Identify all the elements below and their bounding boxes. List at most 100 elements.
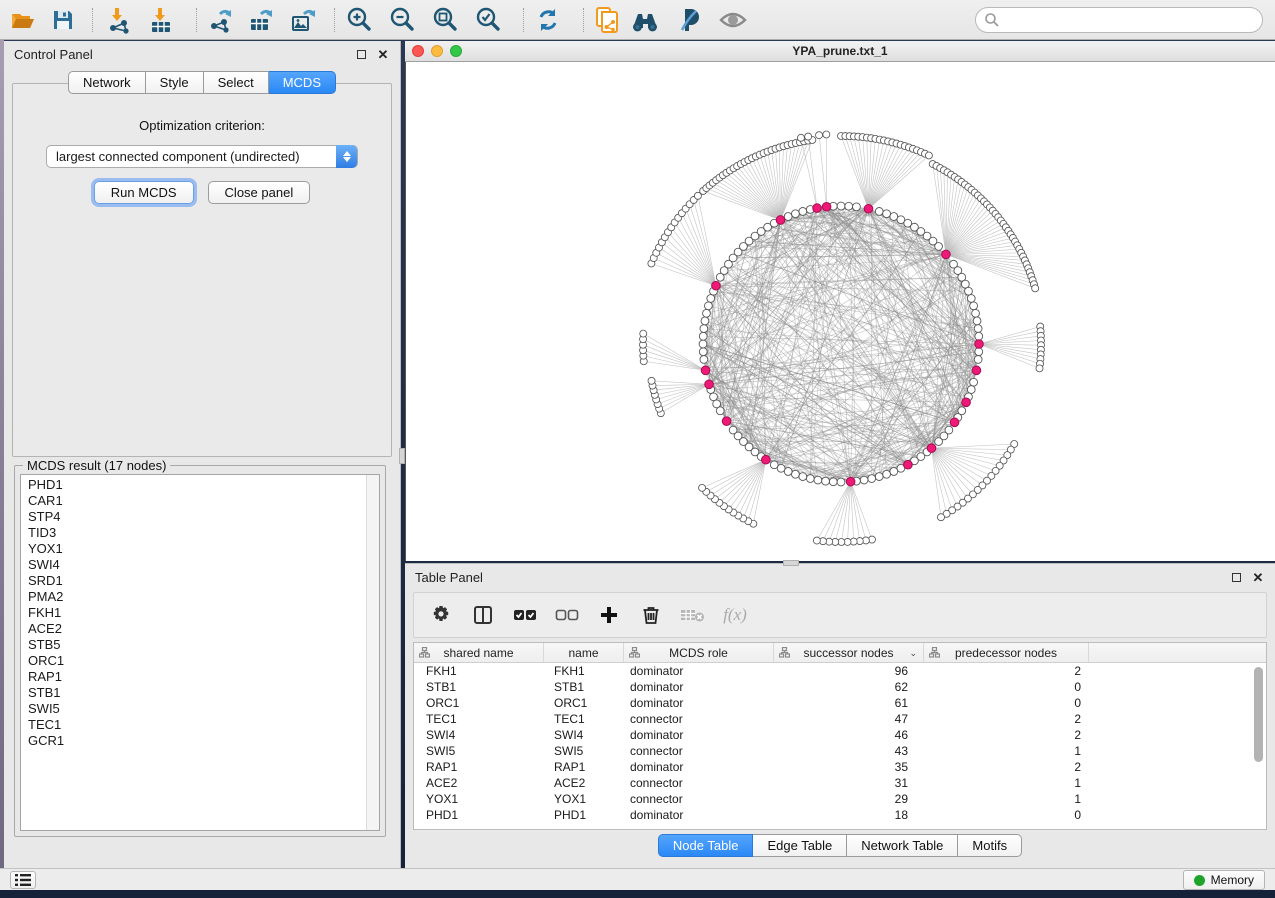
table-scrollbar-thumb[interactable] bbox=[1254, 667, 1263, 762]
node-table: shared namenameMCDS rolesuccessor nodes⌄… bbox=[413, 642, 1267, 830]
column-header-shared-name[interactable]: shared name bbox=[414, 643, 544, 662]
mcds-result-item[interactable]: ACE2 bbox=[21, 621, 365, 637]
tab-node-table[interactable]: Node Table bbox=[658, 834, 754, 857]
delete-column-button[interactable] bbox=[640, 604, 662, 626]
mcds-result-item[interactable]: TID3 bbox=[21, 525, 365, 541]
tab-motifs[interactable]: Motifs bbox=[958, 834, 1022, 857]
column-header-predecessor-nodes[interactable]: predecessor nodes bbox=[924, 643, 1089, 662]
save-session-button[interactable] bbox=[48, 6, 78, 34]
close-icon: ✕ bbox=[378, 50, 389, 59]
export-table-button[interactable] bbox=[246, 6, 276, 34]
open-file-button[interactable] bbox=[8, 6, 38, 34]
table-row[interactable]: ACE2ACE2connector311 bbox=[414, 775, 1266, 791]
export-network-button[interactable] bbox=[206, 6, 236, 34]
close-icon: ✕ bbox=[1253, 573, 1264, 582]
criterion-dropdown[interactable]: largest connected component (undirected) bbox=[46, 145, 358, 168]
zoom-selected-button[interactable] bbox=[473, 6, 503, 34]
horizontal-splitter-grip[interactable] bbox=[783, 560, 799, 566]
table-row[interactable]: SWI4SWI4dominator462 bbox=[414, 727, 1266, 743]
tab-mcds[interactable]: MCDS bbox=[269, 71, 336, 94]
select-all-button[interactable] bbox=[514, 604, 536, 626]
mcds-result-item[interactable]: SWI5 bbox=[21, 701, 365, 717]
network-titlebar[interactable]: YPA_prune.txt_1 bbox=[405, 41, 1275, 62]
zoom-in-button[interactable] bbox=[344, 6, 374, 34]
gear-button[interactable] bbox=[430, 604, 452, 626]
mcds-result-item[interactable]: STB1 bbox=[21, 685, 365, 701]
delete-table-button[interactable] bbox=[682, 604, 704, 626]
mcds-result-item[interactable]: CAR1 bbox=[21, 493, 365, 509]
table-cell: 31 bbox=[774, 775, 924, 791]
mcds-result-item[interactable]: SRD1 bbox=[21, 573, 365, 589]
table-cell: PHD1 bbox=[414, 807, 544, 823]
memory-button[interactable]: Memory bbox=[1183, 870, 1265, 890]
table-row[interactable]: PHD1PHD1dominator180 bbox=[414, 807, 1266, 823]
deselect-all-icon bbox=[555, 605, 579, 625]
table-row[interactable]: FKH1FKH1dominator962 bbox=[414, 663, 1266, 679]
mcds-result-item[interactable]: STB5 bbox=[21, 637, 365, 653]
table-row[interactable]: SWI5SWI5connector431 bbox=[414, 743, 1266, 759]
optimization-label: Optimization criterion: bbox=[13, 118, 391, 133]
export-image-button[interactable] bbox=[288, 6, 318, 34]
tab-network-table[interactable]: Network Table bbox=[847, 834, 958, 857]
mcds-result-item[interactable]: PHD1 bbox=[21, 477, 365, 493]
tab-network[interactable]: Network bbox=[68, 71, 146, 94]
import-table-button[interactable] bbox=[146, 6, 176, 34]
table-scrollbar[interactable] bbox=[1254, 667, 1263, 827]
table-row[interactable]: YOX1YOX1connector291 bbox=[414, 791, 1266, 807]
network-canvas[interactable] bbox=[405, 62, 1275, 561]
table-cell: connector bbox=[624, 791, 774, 807]
float-panel-button[interactable] bbox=[354, 47, 368, 61]
first-neighbors-button[interactable] bbox=[630, 6, 660, 34]
table-cell: 18 bbox=[774, 807, 924, 823]
deselect-all-button[interactable] bbox=[556, 604, 578, 626]
mcds-result-item[interactable]: ORC1 bbox=[21, 653, 365, 669]
run-mcds-button[interactable]: Run MCDS bbox=[94, 181, 194, 204]
zoom-fit-button[interactable] bbox=[430, 6, 460, 34]
tab-select[interactable]: Select bbox=[204, 71, 269, 94]
table-row[interactable]: STB1STB1dominator620 bbox=[414, 679, 1266, 695]
table-row[interactable]: TEC1TEC1connector472 bbox=[414, 711, 1266, 727]
refresh-button[interactable] bbox=[533, 6, 563, 34]
mcds-result-item[interactable]: FKH1 bbox=[21, 605, 365, 621]
mcds-result-item[interactable]: STP4 bbox=[21, 509, 365, 525]
column-header-name[interactable]: name bbox=[544, 643, 624, 662]
clone-network-icon bbox=[593, 6, 621, 34]
table-row[interactable]: ORC1ORC1dominator610 bbox=[414, 695, 1266, 711]
table-cell: dominator bbox=[624, 679, 774, 695]
vertical-splitter-grip[interactable] bbox=[399, 448, 405, 464]
close-panel-button-mcds[interactable]: Close panel bbox=[208, 181, 311, 204]
mcds-result-item[interactable]: GCR1 bbox=[21, 733, 365, 749]
close-table-panel-button[interactable]: ✕ bbox=[1251, 570, 1265, 584]
search-input[interactable] bbox=[1000, 10, 1262, 30]
close-panel-button[interactable]: ✕ bbox=[376, 47, 390, 61]
tab-style[interactable]: Style bbox=[146, 71, 204, 94]
mcds-result-list[interactable]: PHD1CAR1STP4TID3YOX1SWI4SRD1PMA2FKH1ACE2… bbox=[20, 474, 380, 831]
table-cell: dominator bbox=[624, 807, 774, 823]
mcds-list-scrollbar[interactable] bbox=[366, 475, 379, 830]
mcds-result-item[interactable]: YOX1 bbox=[21, 541, 365, 557]
zoom-out-button[interactable] bbox=[387, 6, 417, 34]
split-columns-button[interactable] bbox=[472, 604, 494, 626]
table-row[interactable]: RAP1RAP1dominator352 bbox=[414, 759, 1266, 775]
add-column-button[interactable] bbox=[598, 604, 620, 626]
zoom-out-icon bbox=[388, 6, 416, 34]
clone-network-button[interactable] bbox=[592, 6, 622, 34]
function-builder-button[interactable]: f(x) bbox=[724, 604, 746, 626]
mcds-result-item[interactable]: PMA2 bbox=[21, 589, 365, 605]
float-icon bbox=[357, 50, 366, 59]
search-box[interactable] bbox=[975, 7, 1263, 33]
float-table-panel-button[interactable] bbox=[1229, 570, 1243, 584]
import-network-button[interactable] bbox=[104, 6, 134, 34]
mcds-result-item[interactable]: TEC1 bbox=[21, 717, 365, 733]
column-header-MCDS-role[interactable]: MCDS role bbox=[624, 643, 774, 662]
mcds-result-item[interactable]: RAP1 bbox=[21, 669, 365, 685]
column-header-successor-nodes[interactable]: successor nodes⌄ bbox=[774, 643, 924, 662]
panel-list-button[interactable] bbox=[10, 871, 36, 889]
mcds-result-item[interactable]: SWI4 bbox=[21, 557, 365, 573]
table-cell: ORC1 bbox=[544, 695, 624, 711]
table-cell: dominator bbox=[624, 663, 774, 679]
tab-edge-table[interactable]: Edge Table bbox=[753, 834, 847, 857]
graphics-details-button[interactable] bbox=[674, 6, 704, 34]
show-hide-button[interactable] bbox=[718, 6, 748, 34]
table-cell: TEC1 bbox=[544, 711, 624, 727]
